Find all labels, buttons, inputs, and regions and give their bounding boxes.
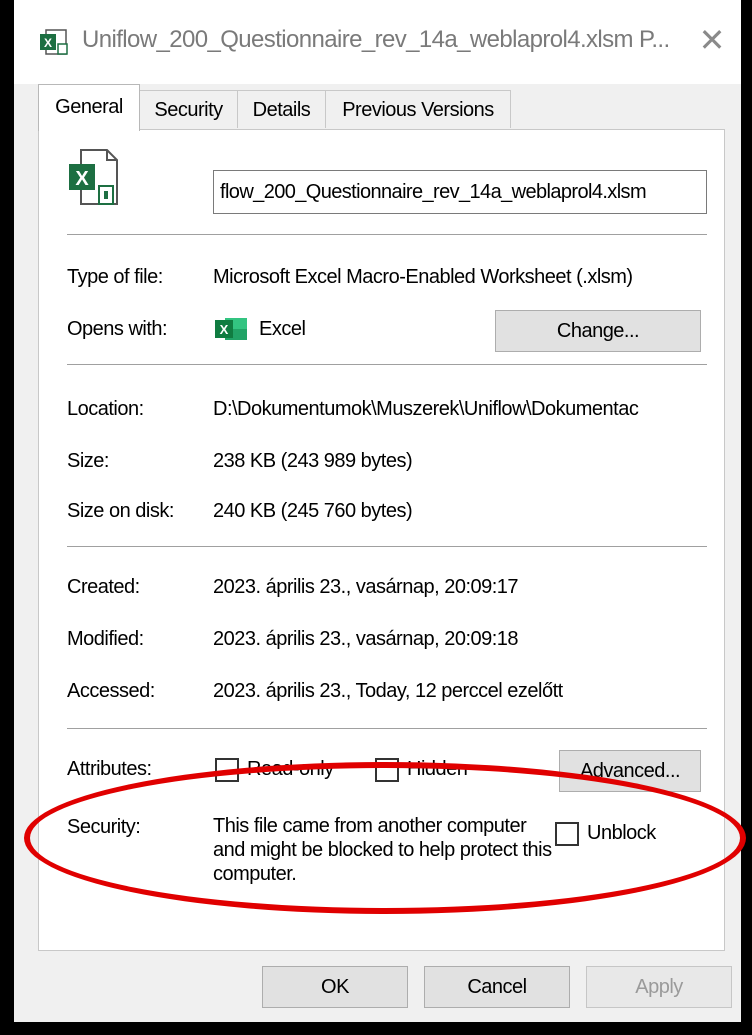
- location-label: Location:: [67, 398, 144, 420]
- size-on-disk-label: Size on disk:: [67, 500, 174, 522]
- accessed-label: Accessed:: [67, 680, 155, 702]
- read-only-label: Read-only: [247, 758, 334, 780]
- hidden-label: Hidden: [407, 758, 468, 780]
- separator: [67, 364, 707, 365]
- modified-label: Modified:: [67, 628, 144, 650]
- window-title: Uniflow_200_Questionnaire_rev_14a_weblap…: [82, 26, 670, 53]
- unblock-checkbox[interactable]: [555, 822, 579, 846]
- ok-button[interactable]: OK: [262, 966, 408, 1008]
- type-of-file-label: Type of file:: [67, 266, 163, 288]
- opens-with-value: Excel: [259, 318, 306, 340]
- change-button[interactable]: Change...: [495, 310, 701, 352]
- modified-value: 2023. április 23., vasárnap, 20:09:18: [213, 628, 519, 650]
- excel-macro-file-icon: X: [69, 149, 118, 205]
- size-value: 238 KB (243 989 bytes): [213, 450, 413, 472]
- apply-button[interactable]: Apply: [586, 966, 732, 1008]
- cancel-button[interactable]: Cancel: [424, 966, 570, 1008]
- size-on-disk-value: 240 KB (245 760 bytes): [213, 500, 413, 522]
- title-bar: X Uniflow_200_Questionnaire_rev_14a_webl…: [14, 0, 741, 84]
- size-label: Size:: [67, 450, 109, 472]
- location-value: D:\Dokumentumok\Muszerek\Uniflow\Dokumen…: [213, 398, 639, 420]
- accessed-value: 2023. április 23., Today, 12 perccel eze…: [213, 680, 563, 702]
- svg-text:X: X: [220, 322, 229, 337]
- filename-input[interactable]: flow_200_Questionnaire_rev_14a_weblaprol…: [213, 170, 707, 214]
- separator: [67, 234, 707, 235]
- svg-text:X: X: [44, 36, 52, 50]
- general-panel: X flow_200_Questionnaire_rev_14a_weblapr…: [38, 129, 725, 951]
- hidden-checkbox[interactable]: [375, 758, 399, 782]
- attributes-label: Attributes:: [67, 758, 152, 780]
- unblock-label: Unblock: [587, 822, 656, 844]
- close-button[interactable]: ✕: [694, 22, 730, 58]
- type-of-file-value: Microsoft Excel Macro-Enabled Worksheet …: [213, 266, 633, 288]
- opens-with-label: Opens with:: [67, 318, 168, 340]
- created-label: Created:: [67, 576, 140, 598]
- properties-dialog: X Uniflow_200_Questionnaire_rev_14a_webl…: [14, 0, 741, 1022]
- svg-text:X: X: [75, 168, 89, 190]
- separator: [67, 546, 707, 547]
- created-value: 2023. április 23., vasárnap, 20:09:17: [213, 576, 519, 598]
- excel-file-icon: X: [40, 29, 68, 55]
- tab-security[interactable]: Security: [139, 90, 238, 128]
- security-label: Security:: [67, 816, 141, 838]
- read-only-checkbox[interactable]: [215, 758, 239, 782]
- advanced-button[interactable]: Advanced...: [559, 750, 701, 792]
- excel-icon: X: [215, 318, 247, 340]
- tab-details[interactable]: Details: [237, 90, 326, 128]
- security-message: This file came from another computer and…: [213, 815, 552, 885]
- tab-previous-versions[interactable]: Previous Versions: [325, 90, 511, 128]
- tab-general[interactable]: General: [38, 84, 140, 131]
- separator: [67, 728, 707, 729]
